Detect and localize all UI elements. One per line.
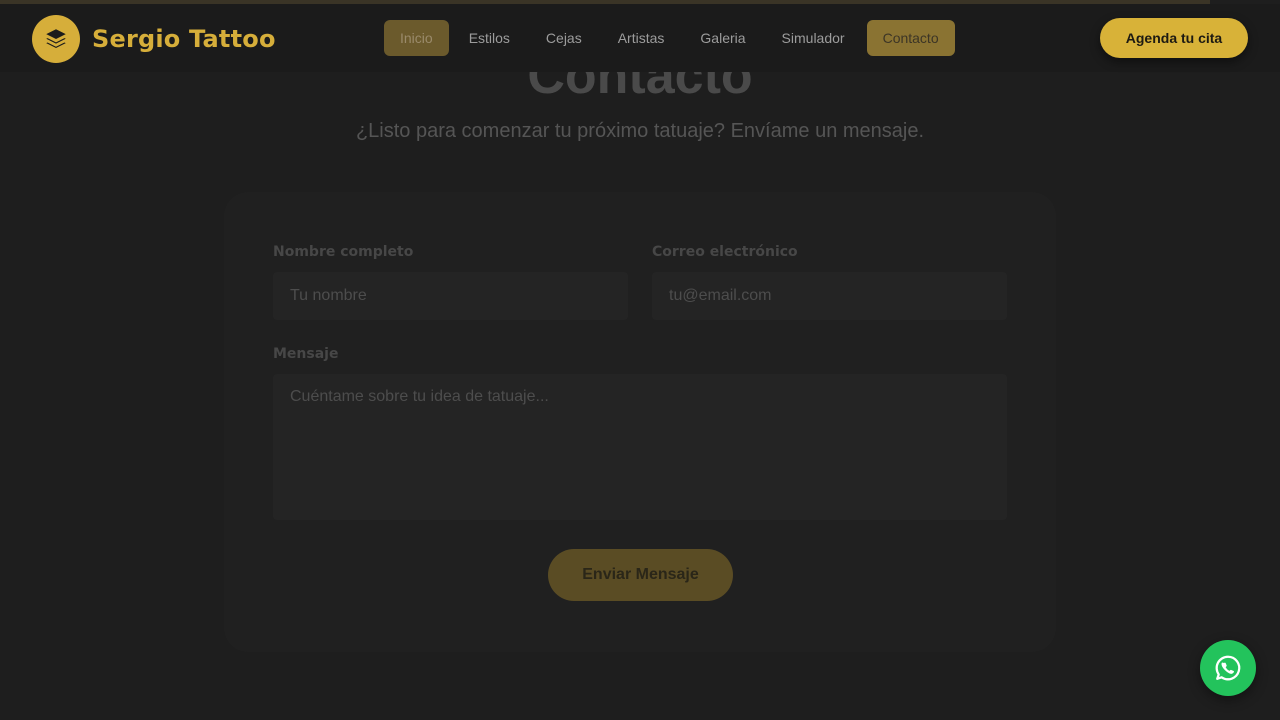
nav-galeria[interactable]: Galeria — [684, 20, 761, 56]
whatsapp-icon — [1215, 655, 1241, 681]
nav-cejas[interactable]: Cejas — [530, 20, 598, 56]
message-label: Mensaje — [273, 346, 339, 362]
brand-name: Sergio Tattoo — [92, 25, 276, 53]
layers-icon — [32, 15, 80, 63]
nav-artistas[interactable]: Artistas — [602, 20, 681, 56]
nav-contacto[interactable]: Contacto — [866, 20, 955, 56]
email-label: Correo electrónico — [652, 244, 798, 260]
email-input[interactable] — [652, 272, 1007, 320]
message-textarea[interactable] — [273, 374, 1007, 520]
book-appointment-button[interactable]: Agenda tu cita — [1100, 18, 1248, 58]
send-message-button[interactable]: Enviar Mensaje — [548, 549, 733, 601]
brand[interactable]: Sergio Tattoo — [32, 15, 276, 63]
nav-inicio[interactable]: Inicio — [384, 20, 449, 56]
page-subtitle: ¿Listo para comenzar tu próximo tatuaje?… — [355, 120, 925, 142]
nav-estilos[interactable]: Estilos — [453, 20, 526, 56]
name-input[interactable] — [273, 272, 628, 320]
nav-simulador[interactable]: Simulador — [766, 20, 861, 56]
top-navbar: Sergio Tattoo Inicio Estilos Cejas Artis… — [0, 4, 1280, 72]
main-nav: Inicio Estilos Cejas Artistas Galeria Si… — [384, 20, 955, 56]
contact-form: Nombre completo Correo electrónico Mensa… — [224, 192, 1056, 652]
name-label: Nombre completo — [273, 244, 414, 260]
whatsapp-button[interactable] — [1200, 640, 1256, 696]
